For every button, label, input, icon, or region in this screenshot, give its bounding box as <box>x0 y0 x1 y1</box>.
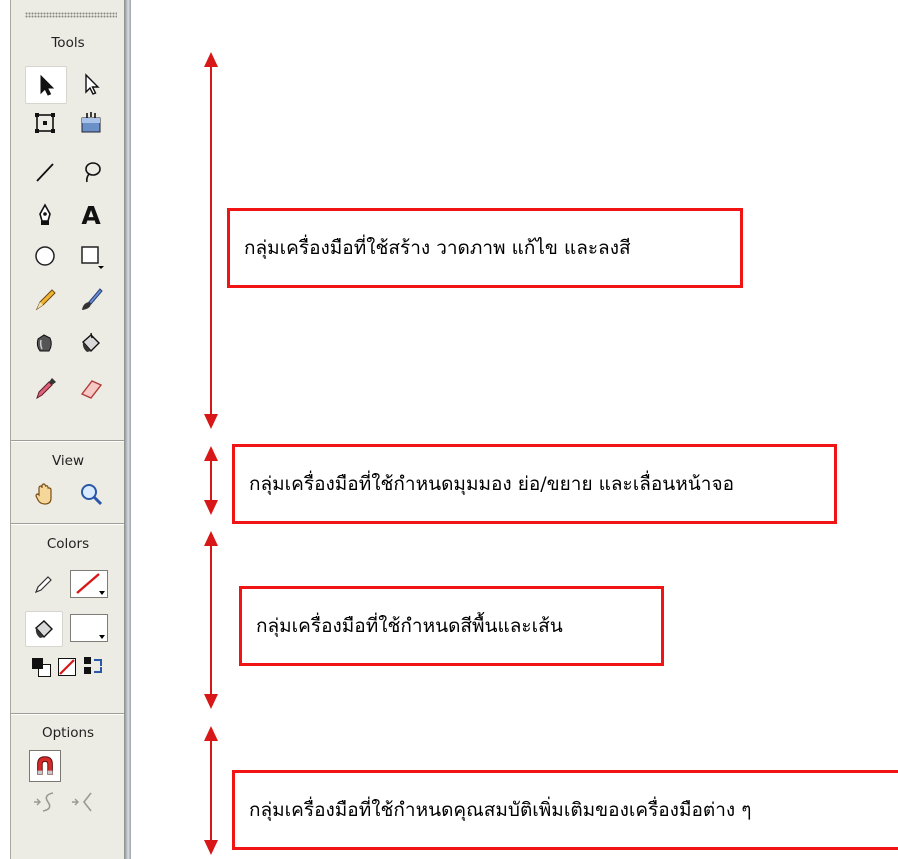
bracket-line <box>210 459 212 502</box>
annotation-label: กลุ่มเครื่องมือที่ใช้สร้าง วาดภาพ แก้ไข … <box>244 237 631 259</box>
line-icon[interactable] <box>25 154 65 190</box>
eyedropper-icon[interactable] <box>25 370 65 406</box>
fill-color-swatch[interactable] <box>70 614 108 642</box>
arrow-down-icon <box>204 840 218 855</box>
snap-to-objects-icon[interactable] <box>29 750 61 782</box>
separator-colors-options <box>11 713 125 715</box>
fill-color-icon <box>25 611 63 647</box>
panel-grip[interactable] <box>25 12 117 18</box>
annotation-label: กลุ่มเครื่องมือที่ใช้กำหนดคุณสมบัติเพิ่ม… <box>249 799 752 821</box>
annotation-label: กลุ่มเครื่องมือที่ใช้กำหนดสีพื้นและเส้น <box>256 615 563 637</box>
text-icon[interactable]: A <box>71 197 111 233</box>
ink-bottle-icon[interactable] <box>25 325 65 361</box>
pen-icon[interactable] <box>25 197 65 233</box>
smooth-icon <box>33 791 59 813</box>
stroke-color-icon <box>25 566 61 602</box>
arrow-down-icon <box>204 414 218 429</box>
no-color-icon[interactable] <box>58 658 76 676</box>
oval-icon[interactable] <box>25 238 65 274</box>
swap-colors-icon[interactable] <box>83 656 103 676</box>
text-tool-glyph: A <box>81 200 101 230</box>
arrow-down-icon <box>204 694 218 709</box>
chevron-down-icon <box>99 591 105 595</box>
chevron-down-icon <box>99 635 105 639</box>
paint-bucket-icon[interactable] <box>71 325 111 361</box>
pencil-icon[interactable] <box>25 281 65 317</box>
bracket-line <box>210 739 212 843</box>
stroke-color-swatch[interactable] <box>70 570 108 598</box>
annotation-box-drawing-tools: กลุ่มเครื่องมือที่ใช้สร้าง วาดภาพ แก้ไข … <box>227 208 743 288</box>
bracket-line <box>210 544 212 696</box>
black-and-white-icon[interactable] <box>32 658 51 677</box>
annotation-box-view-tools: กลุ่มเครื่องมือที่ใช้กำหนดมุมมอง ย่อ/ขยา… <box>232 444 837 524</box>
rectangle-icon[interactable] <box>71 238 111 274</box>
hand-icon[interactable] <box>25 476 65 512</box>
zoom-icon[interactable] <box>71 476 111 512</box>
free-transform-icon[interactable] <box>25 105 65 141</box>
view-section-title: View <box>51 453 85 469</box>
arrow-down-icon <box>204 500 218 515</box>
lasso-icon[interactable] <box>71 154 111 190</box>
panel-edge <box>124 0 131 859</box>
separator-tools-view <box>11 440 125 442</box>
colors-section-title: Colors <box>46 536 90 552</box>
brush-icon[interactable] <box>71 281 111 317</box>
annotation-box-color-tools: กลุ่มเครื่องมือที่ใช้กำหนดสีพื้นและเส้น <box>239 586 664 666</box>
options-section-title: Options <box>41 725 95 741</box>
subselection-arrow-icon[interactable] <box>71 66 111 102</box>
straighten-icon <box>71 791 97 813</box>
annotation-label: กลุ่มเครื่องมือที่ใช้กำหนดมุมมอง ย่อ/ขยา… <box>249 473 734 495</box>
tools-section-title: Tools <box>51 35 85 51</box>
bracket-line <box>210 65 212 415</box>
annotation-box-options-tools: กลุ่มเครื่องมือที่ใช้กำหนดคุณสมบัติเพิ่ม… <box>232 770 898 850</box>
tools-panel: Tools A View Colors Options <box>10 0 125 859</box>
eraser-icon[interactable] <box>71 370 111 406</box>
separator-view-colors <box>11 523 125 525</box>
gradient-transform-icon[interactable] <box>71 105 111 141</box>
selection-arrow-icon[interactable] <box>25 66 67 104</box>
